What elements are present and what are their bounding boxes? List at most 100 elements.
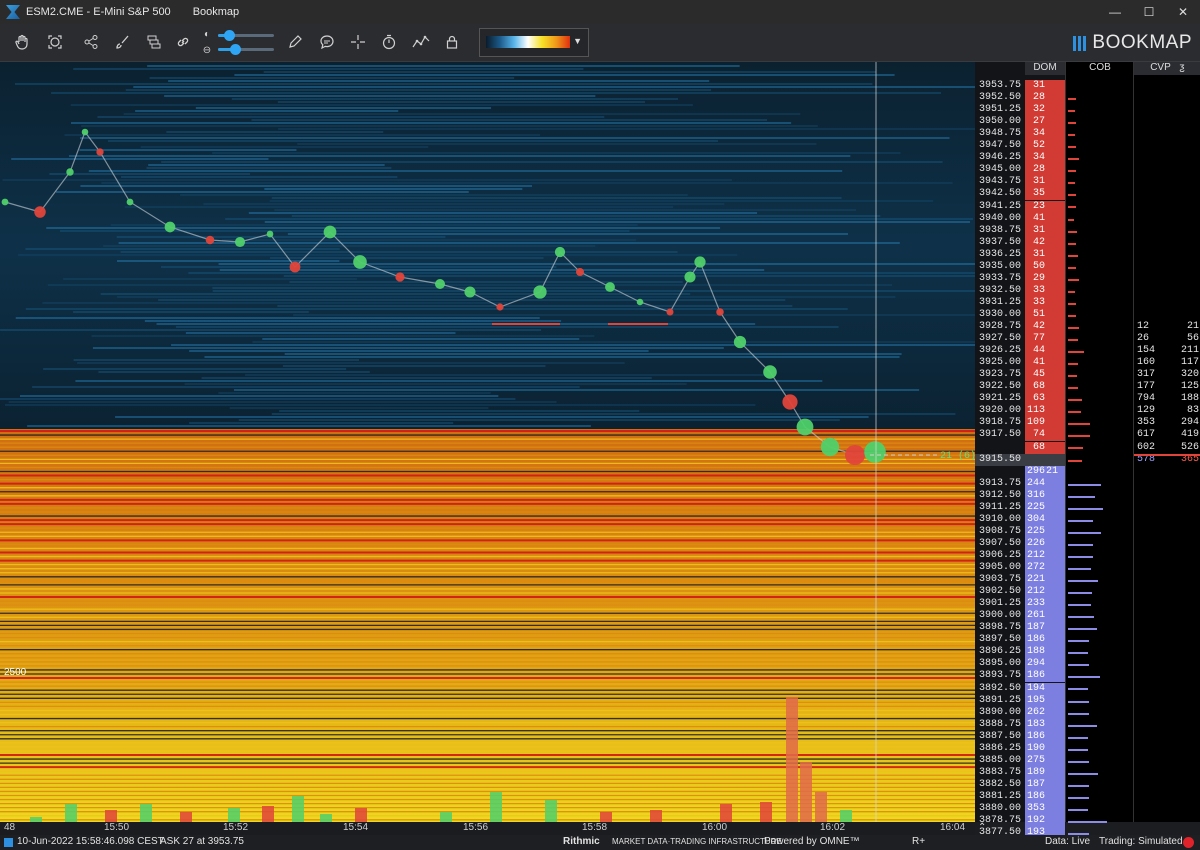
ask-size-cell[interactable]: 52 xyxy=(1025,140,1065,153)
ladder-row[interactable]: 3936.25 31 xyxy=(975,248,1065,261)
bid-size-cell[interactable]: 189 xyxy=(1025,766,1065,779)
ladder-row[interactable]: 3918.75 109 xyxy=(975,417,1065,430)
ladder-row[interactable]: 3883.75 189 xyxy=(975,766,1065,779)
last-price-cell[interactable] xyxy=(1025,453,1065,466)
ask-size-cell[interactable]: 28 xyxy=(1025,92,1065,105)
ladder-row[interactable]: 3898.75 187 xyxy=(975,622,1065,635)
ladder-row[interactable]: 3900.00 261 xyxy=(975,610,1065,623)
bid-size-cell[interactable]: 212 xyxy=(1025,586,1065,599)
bid-size-cell[interactable]: 225 xyxy=(1025,501,1065,514)
ladder-row[interactable]: 3948.75 34 xyxy=(975,128,1065,141)
ladder-row[interactable]: 3902.50 212 xyxy=(975,586,1065,599)
ladder-row[interactable]: 3922.50 68 xyxy=(975,381,1065,394)
ladder-row[interactable]: 3896.25 188 xyxy=(975,646,1065,659)
ladder-row[interactable]: 3886.25 190 xyxy=(975,742,1065,755)
ladder-row[interactable]: 3941.25 23 xyxy=(975,200,1065,213)
bid-size-cell[interactable]: 272 xyxy=(1025,562,1065,574)
stopwatch-icon[interactable] xyxy=(378,31,400,53)
ask-size-cell[interactable]: 42 xyxy=(1025,236,1065,249)
ladder-row[interactable]: 3915.50 xyxy=(975,453,1065,466)
ask-size-cell[interactable]: 41 xyxy=(1025,212,1065,225)
dom-price-ladder[interactable]: DOM 3953.75 31 3952.50 28 3951.25 32 3950.00 27… xyxy=(975,62,1065,840)
close-button[interactable]: ✕ xyxy=(1166,0,1200,24)
bid-size-cell[interactable]: 296 xyxy=(1025,465,1065,478)
ask-size-cell[interactable]: 42 xyxy=(1025,321,1065,333)
ask-size-cell[interactable]: 27 xyxy=(1025,116,1065,129)
ask-size-cell[interactable]: 74 xyxy=(1025,429,1065,442)
bid-size-cell[interactable]: 212 xyxy=(1025,549,1065,562)
contrast-slider-knob[interactable] xyxy=(229,44,241,55)
ladder-row[interactable]: 3885.00 275 xyxy=(975,754,1065,767)
ladder-row[interactable]: 3927.50 77 xyxy=(975,333,1065,346)
heatmap-chart[interactable]: 21 (6) 2500 xyxy=(0,62,975,822)
crosshair-icon[interactable] xyxy=(347,31,369,53)
line-chart-icon[interactable] xyxy=(410,31,432,53)
ask-size-cell[interactable]: 109 xyxy=(1025,417,1065,430)
ladder-row[interactable]: 3906.25 212 xyxy=(975,549,1065,562)
bid-size-cell[interactable]: 186 xyxy=(1025,730,1065,743)
brightness-slider-knob[interactable] xyxy=(224,30,236,41)
bid-size-cell[interactable]: 353 xyxy=(1025,803,1065,815)
bid-size-cell[interactable]: 187 xyxy=(1025,622,1065,635)
bid-size-cell[interactable]: 221 xyxy=(1025,574,1065,587)
bid-size-cell[interactable]: 183 xyxy=(1025,718,1065,731)
ladder-row[interactable]: 3892.50 194 xyxy=(975,682,1065,695)
ask-size-cell[interactable]: 68 xyxy=(1025,441,1065,454)
ask-size-cell[interactable]: 41 xyxy=(1025,357,1065,370)
ladder-row[interactable]: 3897.50 186 xyxy=(975,634,1065,647)
ladder-row[interactable]: 3935.00 50 xyxy=(975,260,1065,273)
ask-size-cell[interactable]: 50 xyxy=(1025,260,1065,273)
scroll-up-icon[interactable]: ⌃ xyxy=(978,822,990,835)
bid-size-cell[interactable]: 225 xyxy=(1025,525,1065,538)
ladder-row[interactable]: 3926.25 44 xyxy=(975,345,1065,358)
brush-icon[interactable] xyxy=(112,31,134,53)
ask-size-cell[interactable]: 63 xyxy=(1025,393,1065,406)
ladder-row[interactable]: 3895.00 294 xyxy=(975,658,1065,671)
ladder-row[interactable]: 3942.50 35 xyxy=(975,188,1065,201)
ask-size-cell[interactable]: 23 xyxy=(1025,200,1065,213)
ladder-row[interactable]: 3901.25 233 xyxy=(975,598,1065,611)
ask-size-cell[interactable]: 44 xyxy=(1025,345,1065,358)
ladder-row[interactable]: 3931.25 33 xyxy=(975,296,1065,309)
bid-size-cell[interactable]: 226 xyxy=(1025,537,1065,550)
ladder-row[interactable]: 3910.00 304 xyxy=(975,513,1065,526)
ladder-row[interactable]: 3937.50 42 xyxy=(975,236,1065,249)
bid-size-cell[interactable]: 187 xyxy=(1025,778,1065,791)
ask-size-cell[interactable]: 33 xyxy=(1025,296,1065,309)
chat-icon[interactable] xyxy=(316,31,338,53)
ask-size-cell[interactable]: 51 xyxy=(1025,308,1065,321)
ladder-row[interactable]: 3947.50 52 xyxy=(975,140,1065,153)
ladder-row[interactable]: 3925.00 41 xyxy=(975,357,1065,370)
ladder-row[interactable]: 3952.50 28 xyxy=(975,92,1065,105)
ask-size-cell[interactable]: 113 xyxy=(1025,405,1065,418)
bid-size-cell[interactable]: 316 xyxy=(1025,489,1065,502)
ask-size-cell[interactable]: 31 xyxy=(1025,80,1065,92)
ladder-row[interactable]: 3917.50 74 xyxy=(975,429,1065,442)
ladder-row[interactable]: 3951.25 32 xyxy=(975,104,1065,117)
layers-icon[interactable] xyxy=(143,31,165,53)
ladder-row[interactable]: 3888.75 183 xyxy=(975,718,1065,731)
ladder-row[interactable]: 3923.75 45 xyxy=(975,369,1065,382)
bid-size-cell[interactable]: 190 xyxy=(1025,742,1065,755)
ask-size-cell[interactable]: 31 xyxy=(1025,248,1065,261)
bid-size-cell[interactable]: 262 xyxy=(1025,706,1065,719)
bid-size-cell[interactable]: 186 xyxy=(1025,790,1065,803)
cvp-settings-icon[interactable]: ƺ xyxy=(1179,62,1184,73)
bid-size-cell[interactable]: 304 xyxy=(1025,513,1065,526)
ladder-row[interactable]: 3912.50 316 xyxy=(975,489,1065,502)
ladder-row[interactable]: 3945.00 28 xyxy=(975,164,1065,177)
ladder-row[interactable]: 3940.00 41 xyxy=(975,212,1065,225)
ask-size-cell[interactable]: 45 xyxy=(1025,369,1065,382)
ladder-row[interactable]: 3907.50 226 xyxy=(975,537,1065,550)
share-icon[interactable] xyxy=(80,31,102,53)
ladder-row[interactable]: 3905.00 272 xyxy=(975,562,1065,574)
bid-size-cell[interactable]: 261 xyxy=(1025,610,1065,623)
ladder-row[interactable]: 68 xyxy=(975,441,1065,454)
ladder-row[interactable]: 3911.25 225 xyxy=(975,501,1065,514)
hand-icon[interactable] xyxy=(11,31,33,53)
ask-size-cell[interactable]: 33 xyxy=(1025,284,1065,297)
ladder-row[interactable]: 3920.00 113 xyxy=(975,405,1065,418)
ask-size-cell[interactable]: 31 xyxy=(1025,176,1065,189)
ask-size-cell[interactable]: 77 xyxy=(1025,333,1065,346)
ladder-row[interactable]: 3880.00 353 xyxy=(975,803,1065,815)
